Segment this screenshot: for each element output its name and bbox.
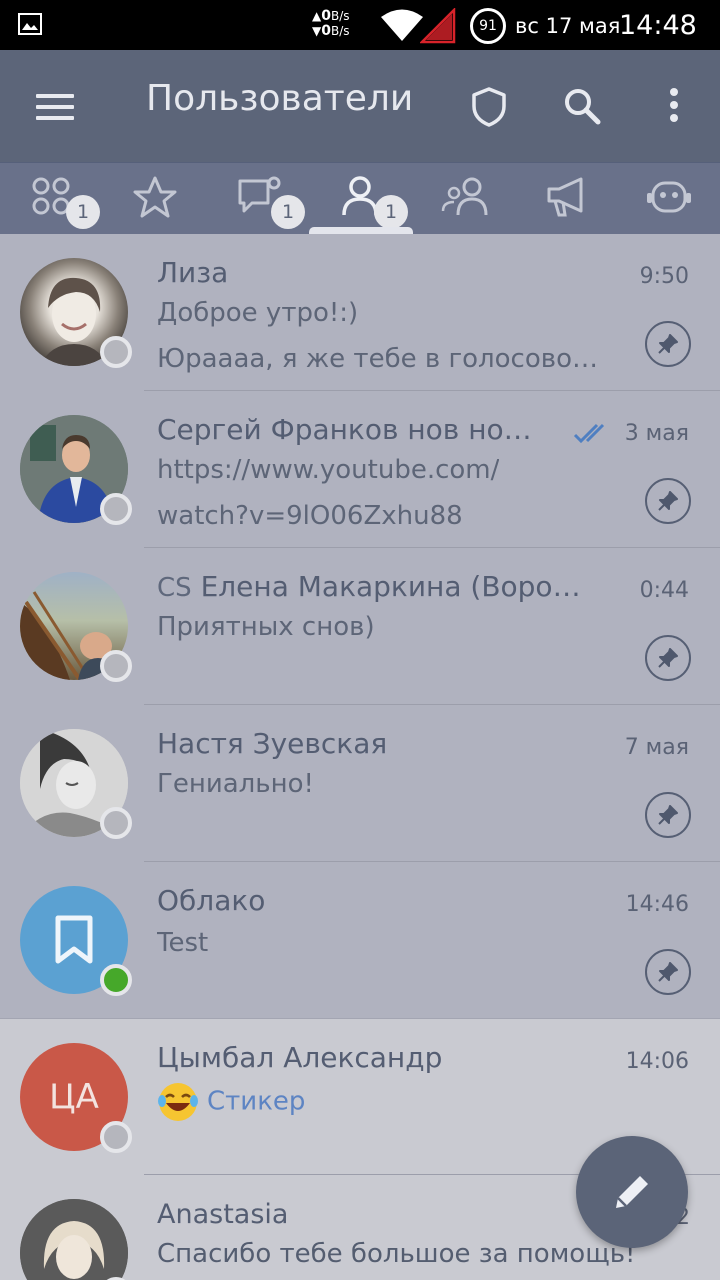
status-date: вс 17 мая	[515, 14, 621, 38]
tab-favorites[interactable]	[132, 175, 192, 221]
net-down-value: 0	[321, 23, 331, 39]
chat-row[interactable]: Лиза 9:50 Доброе утро!:) Юраааа, я же те…	[0, 234, 720, 391]
chat-time: 14:46	[625, 892, 689, 917]
gallery-notification-icon	[18, 13, 42, 35]
status-time: 14:48	[619, 10, 697, 41]
chat-message: https://www.youtube.com/	[157, 455, 500, 485]
chat-time: 7 мая	[624, 735, 689, 760]
status-dot	[100, 964, 132, 996]
wifi-icon	[381, 9, 423, 41]
pencil-icon	[616, 1176, 648, 1208]
chat-message-preview: Юраааа, я же тебе в голосовом…	[157, 344, 599, 374]
more-vertical-icon[interactable]	[664, 88, 684, 126]
chat-row[interactable]: CS Елена Макаркина (Ворон… 0:44 Приятных…	[0, 548, 720, 705]
chat-name: Облако	[157, 884, 266, 917]
chat-message: Приятных снов)	[157, 612, 375, 642]
chat-message: Спасибо тебе большое за помощь!	[157, 1239, 636, 1269]
pin-icon[interactable]	[645, 321, 691, 367]
battery-indicator: 91	[470, 8, 506, 44]
chat-message: Test	[157, 928, 209, 958]
chat-name: Anastasia	[157, 1199, 289, 1230]
chat-prefix: CS	[157, 573, 192, 603]
tab-users-badge: 1	[374, 195, 408, 229]
sticker-label: Стикер	[207, 1086, 306, 1117]
chat-row[interactable]: Настя Зуевская 7 мая Гениально!	[0, 705, 720, 862]
chat-row[interactable]: Сергей Франков нов но… 3 мая https://www…	[0, 391, 720, 548]
avatar-initials: ЦА	[49, 1077, 99, 1117]
avatar	[20, 1199, 128, 1280]
tab-channels[interactable]	[545, 175, 605, 221]
pin-icon[interactable]	[645, 635, 691, 681]
shield-icon[interactable]	[470, 86, 508, 128]
chat-message: Доброе утро!:)	[157, 298, 359, 328]
laughing-emoji-icon	[158, 1083, 198, 1121]
folder-tabs: 1 1 1	[0, 162, 720, 235]
chat-time: 9:50	[639, 264, 689, 289]
channel-icon	[547, 177, 583, 217]
chat-time: 0:44	[639, 578, 689, 603]
net-down-unit: B/s	[330, 24, 350, 38]
network-speed: ▲0B/s ▼0B/s	[312, 8, 350, 39]
app-toolbar: Пользователи	[0, 50, 720, 162]
status-dot	[100, 1121, 132, 1153]
chat-list: Лиза 9:50 Доброе утро!:) Юраааа, я же те…	[0, 234, 720, 1280]
chat-name: Лиза	[157, 256, 229, 289]
hamburger-icon[interactable]	[36, 94, 74, 120]
pin-icon[interactable]	[645, 949, 691, 995]
bookmark-icon	[55, 915, 93, 964]
battery-level: 91	[479, 18, 497, 34]
chat-name: Цымбал Александр	[157, 1041, 443, 1074]
status-dot	[100, 650, 132, 682]
chat-row[interactable]: Облако 14:46 Test	[0, 862, 720, 1018]
chat-name: Настя Зуевская	[157, 727, 388, 760]
pin-icon[interactable]	[645, 478, 691, 524]
chat-message: Стикер	[157, 1081, 305, 1123]
chat-name: Сергей Франков нов но…	[157, 413, 532, 446]
tab-bots[interactable]	[645, 175, 705, 221]
bot-icon	[647, 181, 691, 213]
compose-button[interactable]	[576, 1136, 688, 1248]
chat-name: CS Елена Макаркина (Ворон…	[157, 570, 597, 603]
double-check-icon	[573, 423, 605, 444]
tab-unread-badge: 1	[271, 195, 305, 229]
signal-icon	[420, 8, 456, 44]
status-dot	[100, 807, 132, 839]
chat-name-text: Елена Макаркина (Ворон…	[200, 570, 597, 603]
pin-icon[interactable]	[645, 792, 691, 838]
chat-message: Гениально!	[157, 769, 314, 799]
chat-time: 14:06	[625, 1049, 689, 1074]
chat-message-preview: watch?v=9lO06Zxhu88	[157, 501, 463, 531]
tab-all-badge: 1	[66, 195, 100, 229]
status-dot	[100, 336, 132, 368]
group-icon	[441, 177, 488, 216]
page-title: Пользователи	[146, 78, 414, 119]
status-bar: ▲0B/s ▼0B/s 91 вс 17 мая 14:48	[0, 0, 720, 50]
net-up-value: 0	[321, 8, 331, 24]
search-icon[interactable]	[562, 86, 602, 126]
net-up-unit: B/s	[330, 9, 350, 23]
status-dot	[100, 493, 132, 525]
star-icon	[133, 176, 177, 218]
chat-time: 3 мая	[624, 421, 689, 446]
tab-groups[interactable]	[440, 175, 500, 221]
